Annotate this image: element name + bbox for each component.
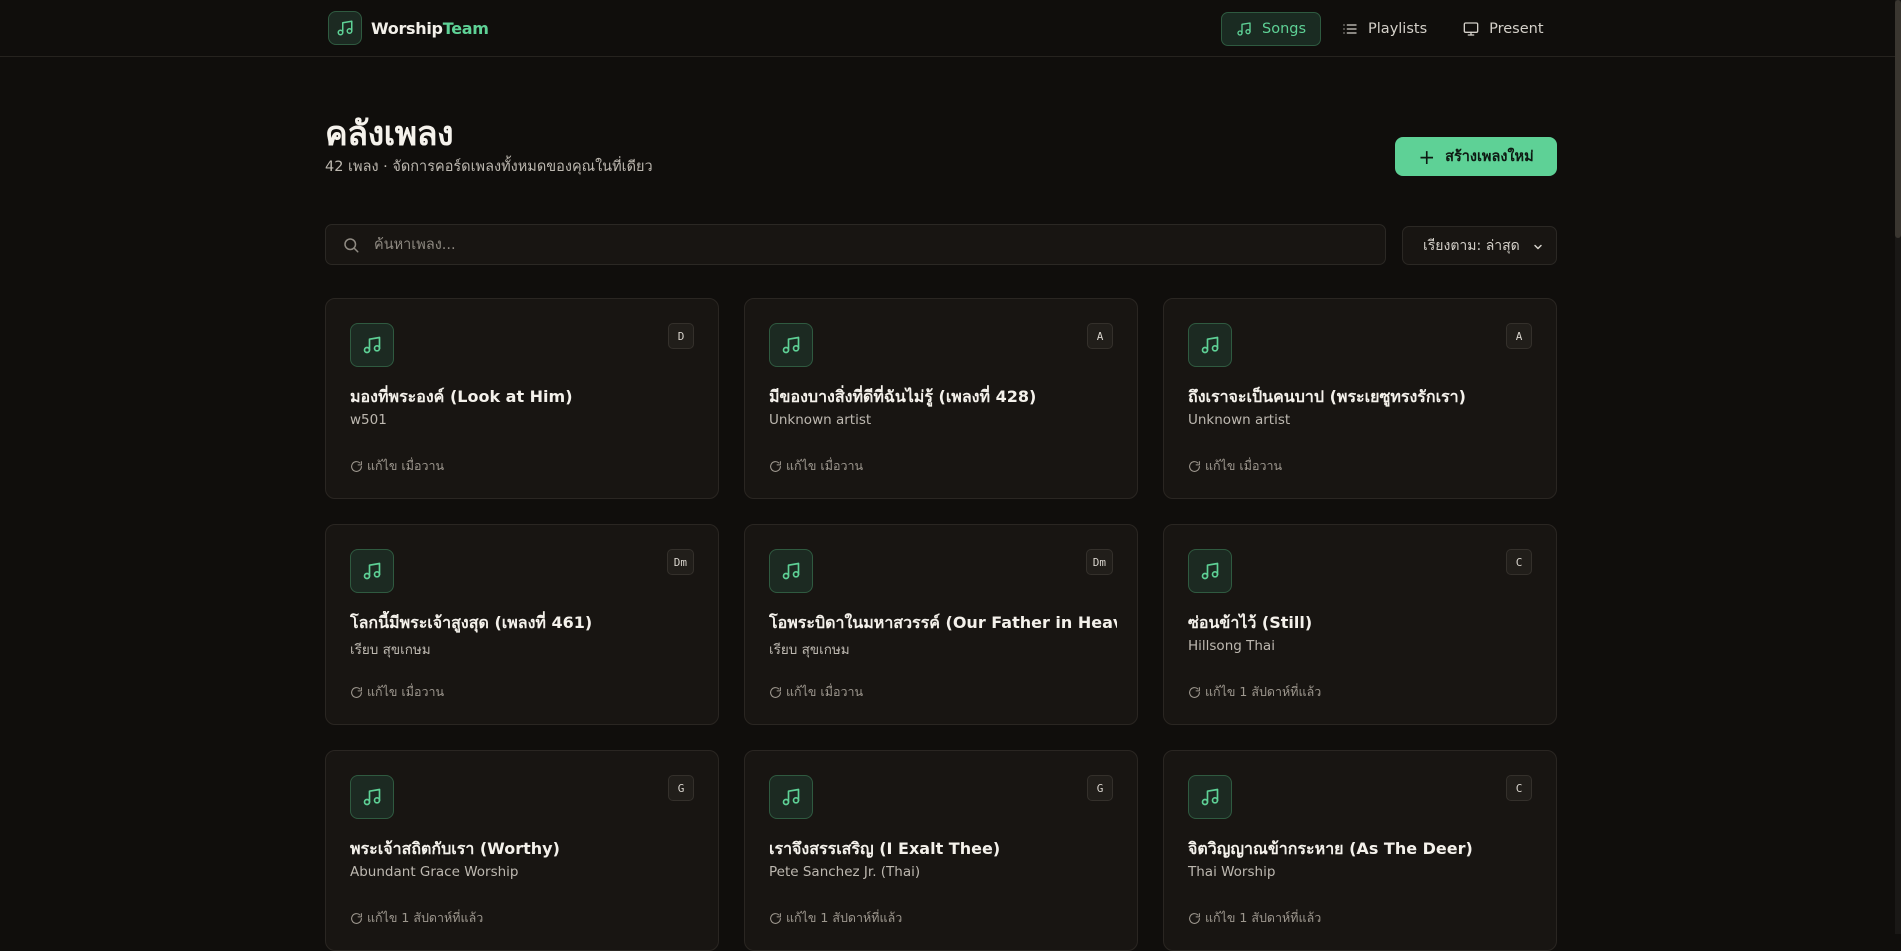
song-card[interactable]: C ซ่อนข้าไว้ (Still) Hillsong Thai แก้ไข… [1163, 524, 1557, 725]
song-title: จิตวิญญาณข้ากระหาย (As The Deer) [1188, 839, 1473, 858]
key-badge: G [668, 775, 694, 801]
song-artist: Unknown artist [1188, 412, 1291, 428]
song-card[interactable]: Dm โลกนี้มีพระเจ้าสูงสุด (เพลงที่ 461) เ… [325, 524, 719, 725]
song-artist: w501 [350, 412, 387, 428]
nav-present[interactable]: Present [1448, 12, 1558, 46]
brand-name: WorshipTeam [371, 18, 489, 38]
song-edited: แก้ไข 1 สัปดาห์ที่แล้ว [1188, 908, 1321, 928]
refresh-icon [351, 686, 362, 698]
song-title: เราจึงสรรเสริญ (I Exalt Thee) [769, 839, 1001, 858]
refresh-icon [1189, 460, 1200, 472]
music-note-icon [769, 549, 813, 593]
song-title: พระเจ้าสถิตกับเรา (Worthy) [350, 839, 560, 858]
music-note-icon [1188, 323, 1232, 367]
music-note-icon [769, 323, 813, 367]
music-note-icon [350, 775, 394, 819]
song-artist: Pete Sanchez Jr. (Thai) [769, 864, 921, 880]
key-badge: D [668, 323, 694, 349]
music-note-icon [350, 549, 394, 593]
sort-select[interactable]: เรียงตาม: ล่าสุด [1402, 226, 1557, 265]
song-title: ซ่อนข้าไว้ (Still) [1188, 613, 1313, 632]
sort-label: เรียงตาม: ล่าสุด [1423, 237, 1520, 254]
music-note-icon [1188, 775, 1232, 819]
music-note-icon [1237, 22, 1251, 36]
search-input[interactable] [374, 236, 1274, 253]
song-artist: Unknown artist [769, 412, 872, 428]
song-edited: แก้ไข เมื่อวาน [769, 682, 863, 702]
key-badge: G [1087, 775, 1113, 801]
song-artist: Abundant Grace Worship [350, 864, 519, 880]
song-edited: แก้ไข 1 สัปดาห์ที่แล้ว [769, 908, 902, 928]
create-song-button[interactable]: + สร้างเพลงใหม่ [1395, 137, 1557, 176]
brand-logo[interactable]: WorshipTeam [328, 11, 489, 45]
song-artist: Hillsong Thai [1188, 638, 1275, 654]
song-edited: แก้ไข เมื่อวาน [350, 682, 444, 702]
scrollbar-thumb[interactable] [1895, 0, 1901, 238]
refresh-icon [1189, 912, 1200, 924]
song-edited: แก้ไข เมื่อวาน [769, 456, 863, 476]
song-artist: เรียบ สุขเกษม [769, 642, 850, 658]
song-edited: แก้ไข เมื่อวาน [350, 456, 444, 476]
main-nav: Songs Playlists Present [1221, 12, 1565, 46]
song-title: โลกนี้มีพระเจ้าสูงสุด (เพลงที่ 461) [350, 613, 593, 632]
monitor-icon [1463, 22, 1479, 36]
song-artist: Thai Worship [1188, 864, 1276, 880]
nav-songs[interactable]: Songs [1221, 12, 1322, 46]
key-badge: Dm [1085, 549, 1113, 575]
song-edited: แก้ไข เมื่อวาน [1188, 456, 1282, 476]
key-badge: C [1506, 775, 1532, 801]
nav-playlists-label: Playlists [1368, 21, 1428, 37]
song-artist: เรียบ สุขเกษม [350, 642, 431, 658]
key-badge: Dm [666, 549, 694, 575]
refresh-icon [1189, 686, 1200, 698]
refresh-icon [351, 460, 362, 472]
song-title: มองที่พระองค์ (Look at Him) [350, 387, 573, 406]
song-edited: แก้ไข 1 สัปดาห์ที่แล้ว [350, 908, 483, 928]
song-title: มีของบางสิ่งที่ดีที่ฉันไม่รู้ (เพลงที่ 4… [769, 387, 1037, 406]
music-note-icon [1188, 549, 1232, 593]
key-badge: A [1087, 323, 1113, 349]
song-card[interactable]: Dm โอพระบิดาในมหาสวรรค์ (Our Father in H… [744, 524, 1138, 725]
plus-icon: + [1418, 144, 1436, 169]
song-card[interactable]: A มีของบางสิ่งที่ดีที่ฉันไม่รู้ (เพลงที่… [744, 298, 1138, 499]
page-subtitle: 42 เพลง · จัดการคอร์ดเพลงทั้งหมดของคุณใน… [325, 159, 653, 175]
music-note-icon [350, 323, 394, 367]
music-note-icon [769, 775, 813, 819]
song-card[interactable]: C จิตวิญญาณข้ากระหาย (As The Deer) Thai … [1163, 750, 1557, 951]
song-title: ถึงเราจะเป็นคนบาป (พระเยซูทรงรักเรา) [1188, 387, 1466, 406]
song-grid: D มองที่พระองค์ (Look at Him) w501 แก้ไข… [325, 298, 1557, 951]
top-navbar: WorshipTeam Songs Playlists Present [0, 0, 1895, 57]
create-song-label: สร้างเพลงใหม่ [1445, 149, 1534, 165]
nav-songs-label: Songs [1262, 21, 1307, 37]
search-bar[interactable] [325, 224, 1386, 265]
song-card[interactable]: G พระเจ้าสถิตกับเรา (Worthy) Abundant Gr… [325, 750, 719, 951]
song-title: โอพระบิดาในมหาสวรรค์ (Our Father in Heav… [769, 613, 1117, 632]
list-icon [1343, 24, 1357, 34]
nav-present-label: Present [1489, 21, 1544, 37]
search-icon [344, 237, 359, 252]
page-title: คลังเพลง [325, 114, 454, 154]
song-card[interactable]: A ถึงเราจะเป็นคนบาป (พระเยซูทรงรักเรา) U… [1163, 298, 1557, 499]
song-card[interactable]: G เราจึงสรรเสริญ (I Exalt Thee) Pete San… [744, 750, 1138, 951]
key-badge: A [1506, 323, 1532, 349]
page-scrollbar[interactable] [1895, 0, 1901, 934]
refresh-icon [770, 460, 781, 472]
chevron-down-icon [1534, 244, 1542, 250]
nav-playlists[interactable]: Playlists [1327, 12, 1442, 46]
song-card[interactable]: D มองที่พระองค์ (Look at Him) w501 แก้ไข… [325, 298, 719, 499]
refresh-icon [770, 912, 781, 924]
key-badge: C [1506, 549, 1532, 575]
refresh-icon [770, 686, 781, 698]
music-note-icon [328, 11, 362, 45]
song-edited: แก้ไข 1 สัปดาห์ที่แล้ว [1188, 682, 1321, 702]
refresh-icon [351, 912, 362, 924]
